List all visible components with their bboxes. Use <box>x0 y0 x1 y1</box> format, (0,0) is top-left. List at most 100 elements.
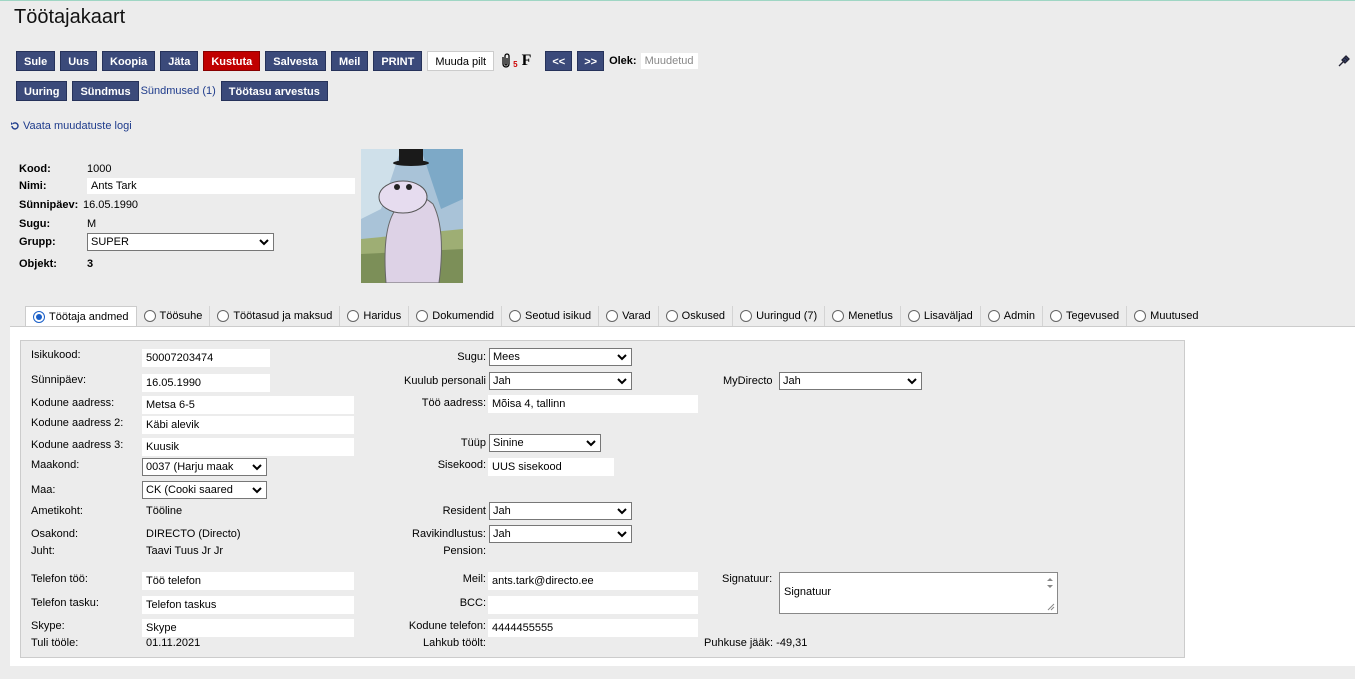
telefon-tasku-input[interactable]: Telefon taskus <box>142 596 354 614</box>
save-button[interactable]: Salvesta <box>265 51 326 71</box>
bcc-input[interactable] <box>488 596 698 614</box>
attachment-count: 5 <box>513 60 518 69</box>
mail-button[interactable]: Meil <box>330 51 369 71</box>
radio-icon <box>347 310 360 322</box>
too-aadress-input[interactable]: Mõisa 4, tallinn <box>488 395 698 413</box>
prev-button[interactable]: << <box>545 51 573 71</box>
sugu-label: Sugu: <box>19 218 51 230</box>
keep-button[interactable]: Jäta <box>160 51 199 71</box>
tuli-value: 01.11.2021 <box>146 637 201 649</box>
tab-tootaja-andmed[interactable]: Töötaja andmed <box>25 306 137 327</box>
aadress-input[interactable]: Metsa 6-5 <box>142 396 354 414</box>
tab-varad[interactable]: Varad <box>599 306 659 326</box>
tab-label: Varad <box>622 310 651 322</box>
tab-label: Lisaväljad <box>923 310 973 322</box>
sisekood-input[interactable]: UUS sisekood <box>488 458 614 476</box>
tab-uuringud[interactable]: Uuringud (7) <box>733 306 826 326</box>
delete-button[interactable]: Kustuta <box>203 51 261 71</box>
signatuur-label: Signatuur: <box>722 573 773 585</box>
synnipaev-input[interactable]: 16.05.1990 <box>142 374 270 392</box>
sugu-select[interactable]: Mees <box>489 348 632 366</box>
aadress3-input[interactable]: Kuusik <box>142 438 354 456</box>
sugu-form-label: Sugu: <box>457 351 486 363</box>
tuup-value: Sinine <box>493 437 524 449</box>
puhkus-value: -49,31 <box>776 637 808 649</box>
resident-select[interactable]: Jah <box>489 502 632 520</box>
personal-label: Kuulub personali <box>404 375 486 387</box>
tab-haridus[interactable]: Haridus <box>340 306 410 326</box>
print-button[interactable]: PRINT <box>373 51 423 71</box>
radio-icon <box>1049 310 1062 322</box>
tab-toosuhe[interactable]: Töösuhe <box>136 306 211 326</box>
chevron-down-icon <box>617 531 627 538</box>
pin-icon[interactable] <box>1337 54 1351 68</box>
lahkub-label: Lahkub töölt: <box>423 637 486 649</box>
sugu-form-value: Mees <box>493 351 520 363</box>
synd-value: 16.05.1990 <box>83 199 139 211</box>
tab-label: Seotud isikud <box>525 310 592 322</box>
radio-icon <box>987 310 1000 322</box>
f-icon[interactable]: F <box>522 52 532 70</box>
sundmused-link[interactable]: Sündmused (1) <box>141 85 216 97</box>
maa-select[interactable]: CK (Cooki saared <box>142 481 267 499</box>
signatuur-textarea[interactable]: Signatuur <box>779 572 1058 614</box>
aadress2-input[interactable]: Käbi alevik <box>142 416 354 434</box>
tab-tegevused[interactable]: Tegevused <box>1042 306 1128 326</box>
tab-dokumendid[interactable]: Dokumendid <box>409 306 503 326</box>
tab-lisavaljad[interactable]: Lisaväljad <box>900 306 981 326</box>
meil-label: Meil: <box>462 573 486 585</box>
radio-icon <box>217 310 230 322</box>
juht-label: Juht: <box>31 545 55 557</box>
skype-label: Skype: <box>31 620 65 632</box>
uuring-button[interactable]: Uuring <box>16 81 68 101</box>
sugu-value: M <box>87 218 97 230</box>
ravi-select[interactable]: Jah <box>489 525 632 543</box>
tab-tootasud[interactable]: Töötasud ja maksud <box>210 306 341 326</box>
next-button[interactable]: >> <box>577 51 605 71</box>
tab-label: Dokumendid <box>432 310 495 322</box>
synnipaev-label: Sünnipäev: <box>31 374 87 386</box>
personal-select[interactable]: Jah <box>489 372 632 390</box>
tab-label: Töösuhe <box>159 310 203 322</box>
meil-input[interactable]: ants.tark@directo.ee <box>488 572 698 590</box>
tab-label: Menetlus <box>848 310 893 322</box>
tab-menetlus[interactable]: Menetlus <box>825 306 901 326</box>
change-log-text: Vaata muudatuste logi <box>23 120 132 132</box>
nimi-input[interactable]: Ants Tark <box>87 178 355 194</box>
attachment-button[interactable]: 5 <box>499 53 518 69</box>
kodune-tel-label: Kodune telefon: <box>408 620 486 632</box>
new-button[interactable]: Uus <box>60 51 98 71</box>
tab-muutused[interactable]: Muutused <box>1127 306 1206 326</box>
pension-label: Pension: <box>443 545 486 557</box>
resident-label: Resident <box>442 505 486 517</box>
copy-button[interactable]: Koopia <box>102 51 156 71</box>
nimi-row: Nimi: Ants Tark <box>19 178 355 194</box>
mydirecto-select[interactable]: Jah <box>779 372 922 390</box>
tab-label: Uuringud (7) <box>756 310 818 322</box>
close-button[interactable]: Sule <box>16 51 56 71</box>
change-picture-button[interactable]: Muuda pilt <box>427 51 495 71</box>
telefon-too-input[interactable]: Töö telefon <box>142 572 354 590</box>
scroll-arrows-icon[interactable] <box>1046 576 1054 590</box>
kodune-tel-input[interactable]: 4444455555 <box>488 619 698 637</box>
change-log-link[interactable]: Vaata muudatuste logi <box>10 120 132 132</box>
tootasu-button[interactable]: Töötasu arvestus <box>220 81 328 101</box>
page-title: Töötajakaart <box>14 6 126 28</box>
sundmus-button[interactable]: Sündmus <box>72 81 139 101</box>
isikukood-input[interactable]: 50007203474 <box>142 349 270 367</box>
tab-seotud-isikud[interactable]: Seotud isikud <box>502 306 600 326</box>
tab-admin[interactable]: Admin <box>980 306 1043 326</box>
tab-label: Muutused <box>1150 310 1199 322</box>
grupp-select[interactable]: SUPER <box>87 233 274 251</box>
radio-icon <box>1134 310 1147 322</box>
resize-handle-icon[interactable] <box>1047 603 1055 611</box>
chevron-down-icon <box>617 378 627 385</box>
maakond-select[interactable]: 0037 (Harju maak <box>142 458 267 476</box>
maa-label: Maa: <box>31 484 56 496</box>
objekt-row: Objekt: 3 <box>19 256 93 272</box>
tuup-select[interactable]: Sinine <box>489 434 601 452</box>
signatuur-value: Signatuur <box>784 586 832 598</box>
employee-photo[interactable] <box>361 149 463 283</box>
tab-label: Oskused <box>681 310 726 322</box>
tab-oskused[interactable]: Oskused <box>658 306 734 326</box>
